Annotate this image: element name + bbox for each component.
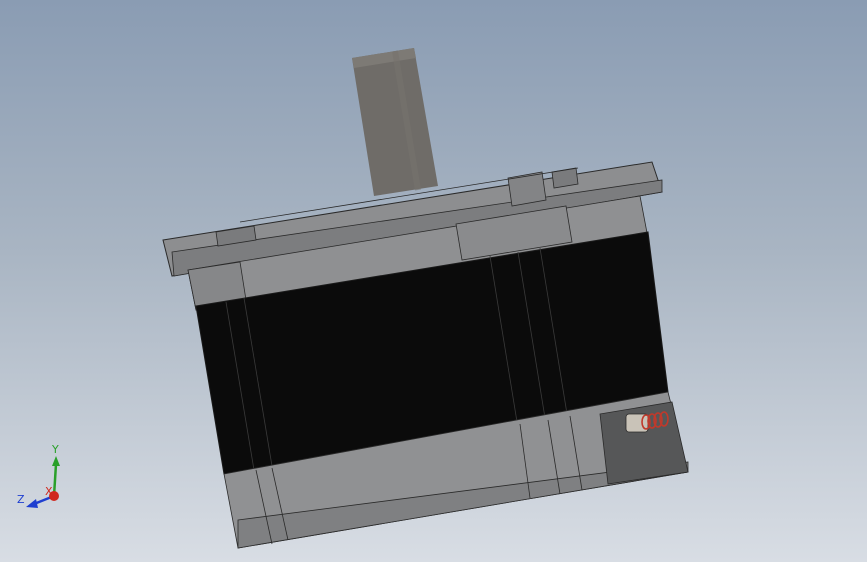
- stepper-motor-model[interactable]: [0, 0, 867, 562]
- orientation-triad: Y Z X: [17, 443, 60, 508]
- y-axis-label: Y: [51, 443, 59, 456]
- motor-shaft[interactable]: [352, 48, 438, 196]
- z-axis-label: Z: [17, 493, 25, 506]
- wire-connector[interactable]: [599, 401, 689, 485]
- x-axis-label: X: [45, 485, 53, 498]
- y-arrowhead-icon: [52, 456, 60, 466]
- graphics-viewport[interactable]: Y Z X: [0, 0, 867, 562]
- z-arrowhead-icon: [26, 499, 38, 508]
